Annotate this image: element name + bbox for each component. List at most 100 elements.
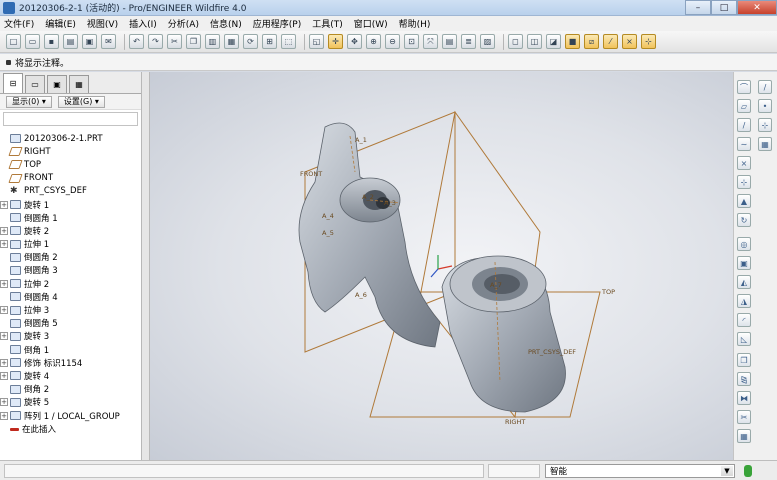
- expand-icon[interactable]: +: [0, 306, 8, 315]
- spin-center-icon[interactable]: ✛: [328, 34, 343, 49]
- tree-item[interactable]: + 拉伸 2: [0, 277, 141, 290]
- undo-icon[interactable]: ↶: [129, 34, 144, 49]
- selection-filter-dropdown[interactable]: 智能 ▼: [545, 464, 735, 478]
- datum-points-toggle-icon[interactable]: ×: [622, 34, 637, 49]
- hidden-line-icon[interactable]: ◫: [527, 34, 542, 49]
- pattern-tool-icon[interactable]: ▦: [737, 429, 751, 443]
- tree-item[interactable]: + 旋转 3: [0, 330, 141, 343]
- select-box-icon[interactable]: ⬚: [281, 34, 296, 49]
- new-file-icon[interactable]: □: [6, 34, 21, 49]
- menu-edit[interactable]: 编辑(E): [45, 17, 76, 30]
- part-model[interactable]: [298, 122, 566, 413]
- tree-item[interactable]: FRONT: [0, 172, 141, 185]
- print-icon[interactable]: ▤: [63, 34, 78, 49]
- axis-tool-icon[interactable]: /: [737, 118, 751, 132]
- expand-icon[interactable]: +: [0, 371, 8, 380]
- close-button[interactable]: ✕: [737, 0, 777, 15]
- minimize-button[interactable]: –: [685, 0, 711, 15]
- hole-tool-icon[interactable]: ◎: [737, 237, 751, 251]
- tree-item[interactable]: + 拉伸 3: [0, 303, 141, 316]
- datum-plane-tool-icon[interactable]: ▱: [737, 99, 751, 113]
- expand-icon[interactable]: +: [0, 200, 8, 209]
- expand-icon[interactable]: +: [0, 240, 8, 249]
- tree-item[interactable]: + 旋转 1: [0, 198, 141, 211]
- menu-info[interactable]: 信息(N): [210, 17, 242, 30]
- favorites-tab-icon[interactable]: ▣: [47, 75, 67, 93]
- regenerate-icon[interactable]: ⟳: [243, 34, 258, 49]
- model-tree-tab-icon[interactable]: ⊟: [3, 73, 23, 93]
- no-hidden-icon[interactable]: ◪: [546, 34, 561, 49]
- tree-item[interactable]: 倒圆角 3: [0, 264, 141, 277]
- saved-views-icon[interactable]: ▤: [442, 34, 457, 49]
- tree-item[interactable]: 倒角 1: [0, 343, 141, 356]
- revolve-tool-icon[interactable]: ↻: [737, 213, 751, 227]
- connections-tab-icon[interactable]: ▦: [69, 75, 89, 93]
- analysis-tool-icon[interactable]: ▦: [758, 137, 772, 151]
- show-dropdown[interactable]: 显示(0) ▾: [6, 95, 52, 108]
- refit-icon[interactable]: ⊡: [404, 34, 419, 49]
- datum-axis-tool-icon[interactable]: /: [758, 80, 772, 94]
- folder-browser-tab-icon[interactable]: ▭: [25, 75, 45, 93]
- maximize-button[interactable]: □: [711, 0, 737, 15]
- tree-item[interactable]: 倒圆角 2: [0, 251, 141, 264]
- trim-tool-icon[interactable]: ✂: [737, 410, 751, 424]
- menu-window[interactable]: 窗口(W): [354, 17, 388, 30]
- tree-item[interactable]: 在此插入: [0, 422, 141, 435]
- menu-analysis[interactable]: 分析(A): [168, 17, 199, 30]
- tree-item[interactable]: + 旋转 5: [0, 396, 141, 409]
- layers-icon[interactable]: ≣: [461, 34, 476, 49]
- expand-icon[interactable]: +: [0, 332, 8, 341]
- menu-file[interactable]: 文件(F): [4, 17, 34, 30]
- wireframe-icon[interactable]: ◻: [508, 34, 523, 49]
- expand-icon[interactable]: +: [0, 358, 8, 367]
- draft-tool-icon[interactable]: ◮: [737, 294, 751, 308]
- tree-item[interactable]: + 阵列 1 / LOCAL_GROUP: [0, 409, 141, 422]
- expand-icon[interactable]: +: [0, 411, 8, 420]
- expand-icon[interactable]: +: [0, 226, 8, 235]
- tree-item[interactable]: 倒圆角 5: [0, 317, 141, 330]
- tree-item[interactable]: ✱ PRT_CSYS_DEF: [0, 185, 141, 198]
- email-icon[interactable]: ✉: [101, 34, 116, 49]
- panel-splitter[interactable]: [142, 72, 150, 460]
- find-icon[interactable]: ⊞: [262, 34, 277, 49]
- tree-item[interactable]: RIGHT: [0, 145, 141, 158]
- extrude-tool-icon[interactable]: ▲: [737, 194, 751, 208]
- merge-tool-icon[interactable]: ⧓: [737, 391, 751, 405]
- tree-item[interactable]: 倒圆角 4: [0, 290, 141, 303]
- view-manager-icon[interactable]: ▨: [480, 34, 495, 49]
- zoom-in-icon[interactable]: ⊕: [366, 34, 381, 49]
- zoom-out-icon[interactable]: ⊖: [385, 34, 400, 49]
- menu-insert[interactable]: 插入(I): [129, 17, 157, 30]
- tree-item[interactable]: 20120306-2-1.PRT: [0, 132, 141, 145]
- paste-special-icon[interactable]: ▦: [224, 34, 239, 49]
- sketch-icon[interactable]: ⌒: [737, 80, 751, 94]
- open-file-icon[interactable]: ▭: [25, 34, 40, 49]
- menu-tools[interactable]: 工具(T): [312, 17, 343, 30]
- tree-item[interactable]: + 修饰 标识1154: [0, 356, 141, 369]
- print-preview-icon[interactable]: ▣: [82, 34, 97, 49]
- menu-help[interactable]: 帮助(H): [399, 17, 431, 30]
- repaint-icon[interactable]: ◱: [309, 34, 324, 49]
- tree-item[interactable]: + 拉伸 1: [0, 238, 141, 251]
- menu-view[interactable]: 视图(V): [87, 17, 118, 30]
- point-tool-icon[interactable]: ×: [737, 156, 751, 170]
- settings-dropdown[interactable]: 设置(G) ▾: [57, 95, 105, 108]
- csys-toggle-icon[interactable]: ⊹: [641, 34, 656, 49]
- datum-axes-toggle-icon[interactable]: ⁄: [603, 34, 618, 49]
- shading-icon[interactable]: ■: [565, 34, 580, 49]
- orient-mode-icon[interactable]: ✥: [347, 34, 362, 49]
- rib-tool-icon[interactable]: ◭: [737, 275, 751, 289]
- datum-point-tool-icon[interactable]: •: [758, 99, 772, 113]
- expand-icon[interactable]: +: [0, 279, 8, 288]
- save-icon[interactable]: ▪: [44, 34, 59, 49]
- tree-item[interactable]: + 旋转 4: [0, 369, 141, 382]
- csys-tool-icon[interactable]: ⊹: [758, 118, 772, 132]
- tree-item[interactable]: 倒角 2: [0, 383, 141, 396]
- mirror-tool-icon[interactable]: ⧎: [737, 372, 751, 386]
- csys-create-icon[interactable]: ⊹: [737, 175, 751, 189]
- copy-icon[interactable]: ❐: [186, 34, 201, 49]
- tree-item[interactable]: TOP: [0, 158, 141, 171]
- tree-item[interactable]: 倒圆角 1: [0, 211, 141, 224]
- tree-item[interactable]: + 旋转 2: [0, 224, 141, 237]
- redo-icon[interactable]: ↷: [148, 34, 163, 49]
